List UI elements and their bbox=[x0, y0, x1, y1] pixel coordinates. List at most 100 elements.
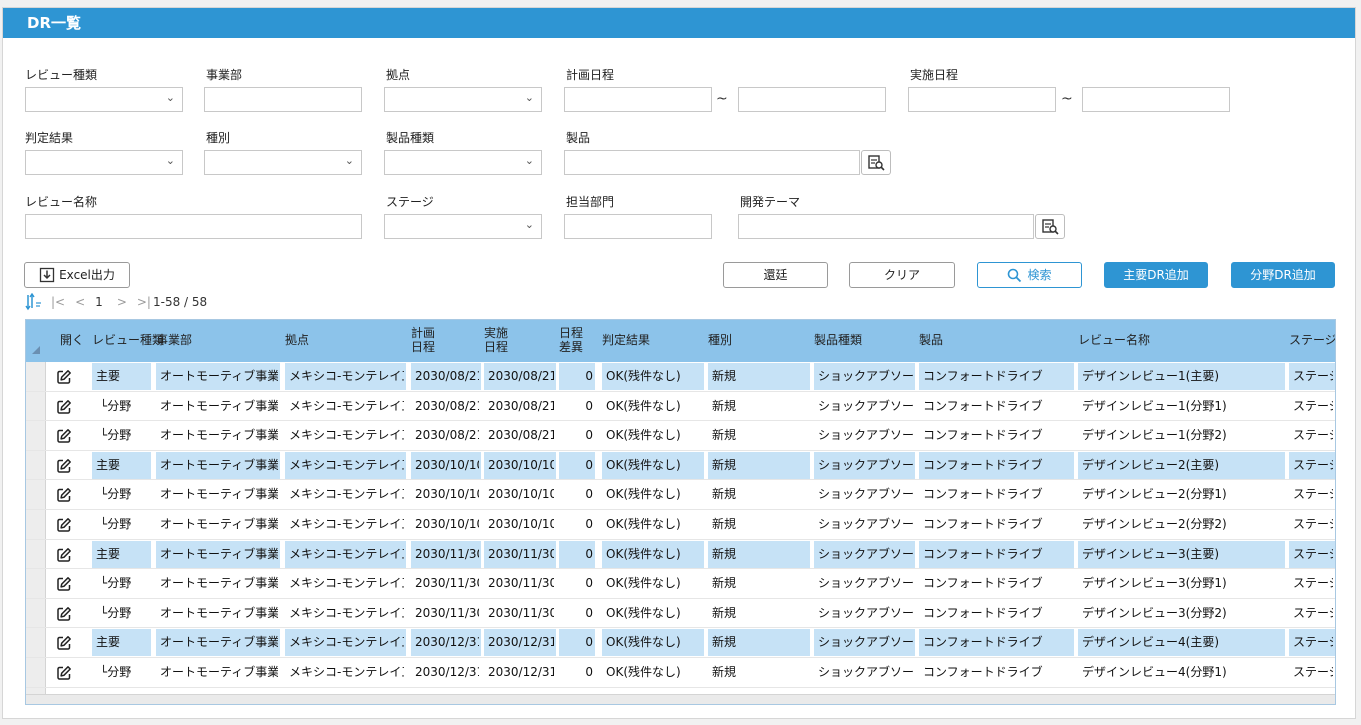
table-row[interactable]: └分野 オートモーティブ事業部メキシコ-モンテレイ工場 2030/08/21 2030… bbox=[26, 392, 1335, 422]
cell-division: オートモーティブ事業部 bbox=[160, 517, 278, 531]
cell-judgement: OK(残件なし) bbox=[606, 487, 681, 502]
actual-date-to[interactable] bbox=[1082, 87, 1230, 112]
cell-product-type: ショックアブソーバー bbox=[818, 457, 913, 472]
cell-type: └分野 bbox=[100, 428, 132, 443]
edit-icon[interactable] bbox=[56, 606, 72, 622]
edit-icon[interactable] bbox=[56, 576, 72, 592]
cell-product: コンフォートドライブ bbox=[923, 428, 1043, 443]
edit-icon[interactable] bbox=[56, 428, 72, 444]
table-row[interactable]: 主要 オートモーティブ事業部メキシコ-モンテレイ工場 2030/08/21 2030/… bbox=[26, 362, 1335, 392]
table-row[interactable]: └分野 オートモーティブ事業部メキシコ-モンテレイ工場 2030/11/30 2030… bbox=[26, 569, 1335, 599]
edit-icon[interactable] bbox=[56, 547, 72, 563]
review-type-label: レビュー種類 bbox=[25, 68, 98, 82]
edit-icon[interactable] bbox=[56, 635, 72, 651]
col-review-name[interactable]: レビュー名称 bbox=[1078, 320, 1150, 362]
table-row[interactable]: 主要 オートモーティブ事業部メキシコ-モンテレイ工場 2030/10/10 2030/… bbox=[26, 451, 1335, 481]
cell-division: オートモーティブ事業部 bbox=[160, 546, 278, 561]
cell-site: メキシコ-モンテレイ工場 bbox=[289, 546, 404, 561]
edit-icon[interactable] bbox=[56, 665, 72, 681]
cell-site: メキシコ-モンテレイ工場 bbox=[289, 369, 404, 383]
cell-division: オートモーティブ事業部 bbox=[160, 457, 278, 472]
col-product-type[interactable]: 製品種類 bbox=[814, 320, 862, 362]
cell-division: オートモーティブ事業部 bbox=[160, 487, 278, 502]
cell-diff: 0 bbox=[585, 546, 593, 561]
edit-icon[interactable] bbox=[56, 487, 72, 503]
add-main-dr-button[interactable]: 主要DR追加 bbox=[1104, 262, 1208, 288]
col-category[interactable]: 種別 bbox=[708, 320, 732, 362]
edit-icon[interactable] bbox=[56, 399, 72, 415]
product-type-select[interactable]: ⌄ bbox=[384, 150, 542, 175]
next-page-button[interactable]: > bbox=[117, 295, 127, 309]
plan-date-to[interactable] bbox=[738, 87, 886, 112]
chevron-down-icon: ⌄ bbox=[524, 91, 534, 104]
search-button[interactable]: 検索 bbox=[977, 262, 1082, 288]
cell-plan: 2030/12/31 bbox=[415, 635, 479, 650]
col-site[interactable]: 拠点 bbox=[285, 320, 309, 362]
table-row[interactable]: └分野 オートモーティブ事業部メキシコ-モンテレイ工場 2030/10/10 2030… bbox=[26, 480, 1335, 510]
cell-category: 新規 bbox=[712, 635, 737, 650]
site-label: 拠点 bbox=[386, 68, 411, 82]
cell-judgement: OK(残件なし) bbox=[606, 369, 681, 383]
table-row[interactable]: └分野 オートモーティブ事業部メキシコ-モンテレイ工場 2030/10/10 2030… bbox=[26, 510, 1335, 540]
product-lookup-button[interactable] bbox=[861, 150, 891, 175]
chevron-down-icon: ⌄ bbox=[165, 154, 175, 167]
table-row[interactable]: └分野 オートモーティブ事業部メキシコ-モンテレイ工場 2030/08/21 2030… bbox=[26, 421, 1335, 451]
stage-select[interactable]: ⌄ bbox=[384, 214, 542, 239]
review-type-select[interactable]: ⌄ bbox=[25, 87, 183, 112]
review-name-input[interactable] bbox=[25, 214, 362, 239]
current-page: 1 bbox=[95, 295, 103, 309]
cell-site: メキシコ-モンテレイ工場 bbox=[289, 457, 404, 472]
back-button[interactable]: 還廷 bbox=[723, 262, 828, 288]
site-select[interactable]: ⌄ bbox=[384, 87, 542, 112]
add-field-dr-button[interactable]: 分野DR追加 bbox=[1231, 262, 1335, 288]
col-open[interactable]: 開く bbox=[60, 320, 84, 362]
cell-category: 新規 bbox=[712, 517, 737, 531]
table-row[interactable]: └分野 オートモーティブ事業部メキシコ-モンテレイ工場 2030/11/30 2030… bbox=[26, 599, 1335, 629]
edit-icon[interactable] bbox=[56, 369, 72, 385]
last-page-button[interactable]: >| bbox=[137, 295, 151, 309]
col-judgement[interactable]: 判定結果 bbox=[602, 320, 650, 362]
col-actual-date-line2: 日程 bbox=[484, 340, 509, 354]
theme-lookup-button[interactable] bbox=[1035, 214, 1065, 239]
first-page-button[interactable]: |< bbox=[51, 295, 65, 309]
edit-icon[interactable] bbox=[56, 458, 72, 474]
col-review-type[interactable]: レビュー種類 bbox=[92, 320, 164, 362]
division-input[interactable] bbox=[204, 87, 362, 112]
col-plan-date[interactable]: 計画 日程 bbox=[411, 320, 435, 362]
review-name-label: レビュー名称 bbox=[25, 195, 98, 209]
col-actual-date[interactable]: 実施 日程 bbox=[484, 320, 508, 362]
sort-icon[interactable] bbox=[25, 293, 43, 311]
judgement-select[interactable]: ⌄ bbox=[25, 150, 183, 175]
cell-stage: ステージ bbox=[1293, 398, 1333, 413]
table-row[interactable]: 主要 オートモーティブ事業部メキシコ-モンテレイ工場 2030/12/31 2030/… bbox=[26, 628, 1335, 658]
theme-input[interactable] bbox=[738, 214, 1034, 239]
cell-type: └分野 bbox=[100, 487, 132, 502]
excel-export-button[interactable]: Excel出力 bbox=[24, 262, 130, 288]
dept-input[interactable] bbox=[564, 214, 712, 239]
cell-division: オートモーティブ事業部 bbox=[160, 605, 278, 620]
col-stage[interactable]: ステージ bbox=[1289, 320, 1335, 362]
cell-product-type: ショックアブソーバー bbox=[818, 605, 913, 620]
chevron-down-icon: ⌄ bbox=[165, 91, 175, 104]
col-division[interactable]: 事業部 bbox=[156, 320, 192, 362]
horizontal-scrollbar[interactable] bbox=[26, 694, 1335, 704]
theme-label: 開発テーマ bbox=[740, 195, 801, 209]
lookup-icon bbox=[868, 155, 885, 171]
table-row[interactable]: └分野 オートモーティブ事業部メキシコ-モンテレイ工場 2030/12/31 2030… bbox=[26, 658, 1335, 688]
category-select[interactable]: ⌄ bbox=[204, 150, 362, 175]
cell-product: コンフォートドライブ bbox=[923, 369, 1043, 383]
col-product[interactable]: 製品 bbox=[919, 320, 943, 362]
plan-date-label: 計画日程 bbox=[566, 68, 615, 82]
cell-category: 新規 bbox=[712, 576, 737, 591]
clear-button[interactable]: クリア bbox=[849, 262, 955, 288]
edit-icon[interactable] bbox=[56, 517, 72, 533]
cell-product-type: ショックアブソーバー bbox=[818, 369, 913, 383]
product-input[interactable] bbox=[564, 150, 860, 175]
col-date-diff[interactable]: 日程 差異 bbox=[559, 320, 583, 362]
table-row[interactable]: 主要 オートモーティブ事業部メキシコ-モンテレイ工場 2030/11/30 2030/… bbox=[26, 540, 1335, 570]
cell-name: デザインレビュー2(主要) bbox=[1082, 457, 1219, 472]
dr-grid: 開く レビュー種類 事業部 拠点 計画 日程 実施 日程 日程 差異 判定結果 種別 … bbox=[25, 319, 1336, 705]
actual-date-from[interactable] bbox=[908, 87, 1056, 112]
plan-date-from[interactable] bbox=[564, 87, 712, 112]
prev-page-button[interactable]: < bbox=[75, 295, 85, 309]
